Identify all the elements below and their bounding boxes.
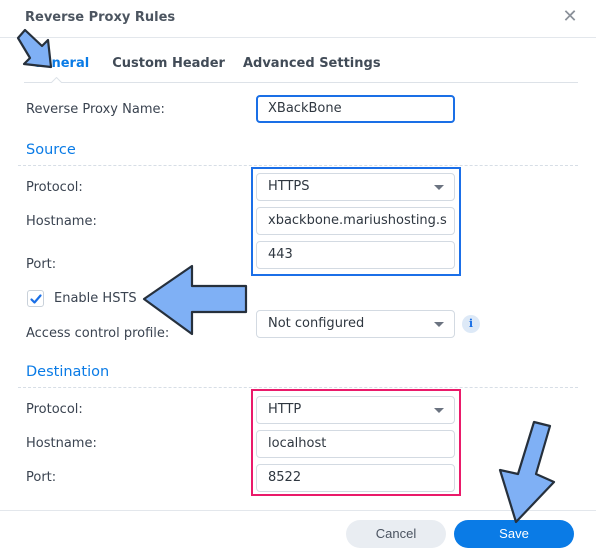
destination-protocol-label: Protocol: bbox=[26, 402, 83, 417]
destination-divider bbox=[18, 387, 578, 388]
header-divider bbox=[0, 37, 596, 38]
enable-hsts-checkbox[interactable] bbox=[27, 290, 44, 307]
destination-highlight-box bbox=[251, 389, 461, 496]
cancel-button[interactable]: Cancel bbox=[346, 520, 446, 548]
annotation-arrow-icon bbox=[498, 420, 556, 524]
footer-divider bbox=[0, 510, 596, 511]
access-control-select[interactable]: Not configured bbox=[256, 310, 455, 338]
tab-divider bbox=[24, 82, 578, 83]
info-icon[interactable]: i bbox=[462, 315, 480, 333]
destination-heading: Destination bbox=[26, 364, 110, 380]
active-tab-caret-icon bbox=[51, 77, 62, 83]
access-control-value: Not configured bbox=[268, 316, 365, 331]
source-hostname-label: Hostname: bbox=[26, 214, 97, 229]
close-icon[interactable]: ✕ bbox=[562, 8, 578, 26]
tab-advanced-settings[interactable]: Advanced Settings bbox=[243, 56, 381, 71]
source-highlight-box bbox=[251, 167, 461, 276]
dialog-title: Reverse Proxy Rules bbox=[25, 10, 176, 25]
tab-bar: General Custom Header Advanced Settings bbox=[32, 56, 399, 71]
tab-general[interactable]: General bbox=[32, 56, 89, 71]
source-divider bbox=[18, 165, 578, 166]
destination-port-label: Port: bbox=[26, 470, 57, 485]
destination-hostname-label: Hostname: bbox=[26, 436, 97, 451]
access-control-label: Access control profile: bbox=[26, 326, 170, 341]
checkmark-icon bbox=[30, 294, 42, 304]
proxy-name-input[interactable]: XBackBone bbox=[256, 95, 455, 123]
proxy-name-label: Reverse Proxy Name: bbox=[26, 102, 165, 117]
save-button[interactable]: Save bbox=[454, 520, 574, 548]
source-protocol-label: Protocol: bbox=[26, 180, 83, 195]
tab-custom-header[interactable]: Custom Header bbox=[112, 56, 225, 71]
chevron-down-icon bbox=[434, 322, 444, 327]
enable-hsts-label: Enable HSTS bbox=[54, 291, 137, 306]
source-port-label: Port: bbox=[26, 257, 57, 272]
source-heading: Source bbox=[26, 142, 76, 158]
